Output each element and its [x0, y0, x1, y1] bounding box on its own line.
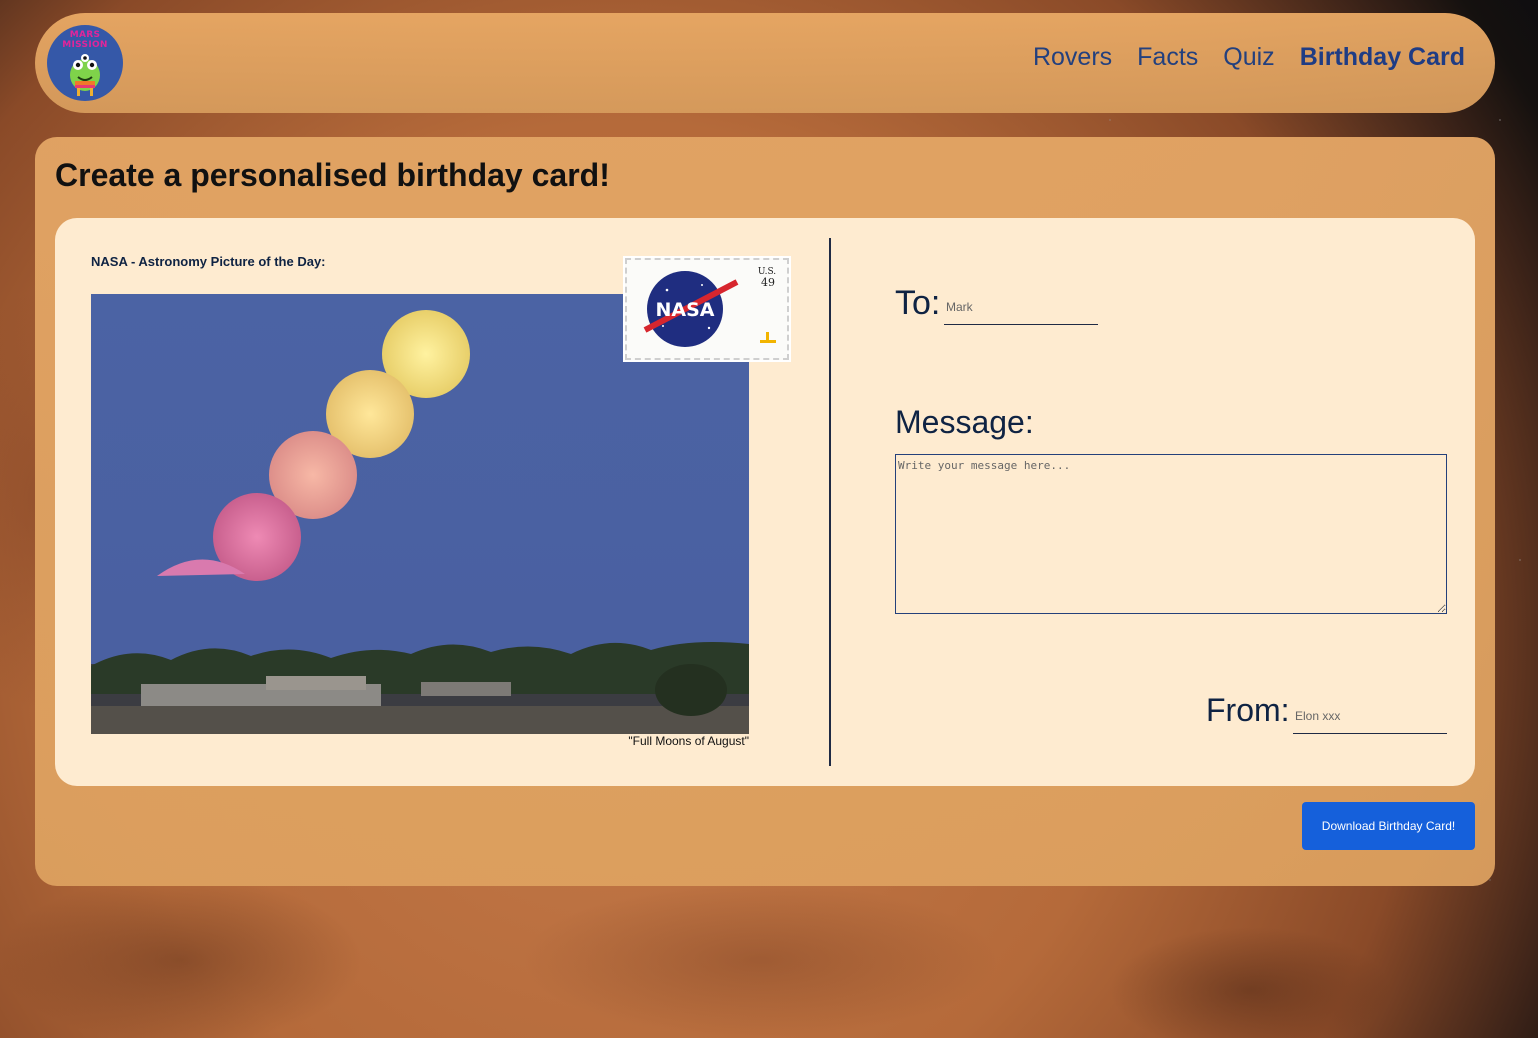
main-nav: Rovers Facts Quiz Birthday Card	[1033, 43, 1465, 72]
nav-quiz[interactable]: Quiz	[1223, 43, 1274, 72]
page-title: Create a personalised birthday card!	[55, 157, 610, 193]
birthday-card-panel: Create a personalised birthday card! NAS…	[35, 137, 1495, 886]
svg-text:NASA: NASA	[656, 299, 715, 321]
apod-label: NASA - Astronomy Picture of the Day:	[91, 254, 326, 269]
nav-facts[interactable]: Facts	[1137, 43, 1198, 72]
from-input[interactable]	[1293, 698, 1447, 734]
message-label: Message:	[895, 404, 1034, 440]
download-birthday-card-button[interactable]: Download Birthday Card!	[1302, 802, 1475, 850]
navbar: MARS MISSION Rovers Facts Quiz Birthday …	[35, 13, 1495, 113]
nav-rovers[interactable]: Rovers	[1033, 43, 1112, 72]
nasa-logo-icon: NASA U.S. 49	[643, 267, 776, 347]
birthday-card: NASA - Astronomy Picture of the Day: "Fu…	[55, 218, 1475, 786]
site-logo[interactable]: MARS MISSION	[47, 25, 123, 101]
card-divider	[829, 238, 831, 766]
to-input[interactable]	[944, 290, 1098, 325]
nasa-stamp: NASA U.S. 49	[625, 258, 789, 360]
to-label: To:	[895, 284, 941, 322]
apod-caption: "Full Moons of August"	[628, 734, 749, 748]
alien-mascot-icon	[70, 54, 100, 96]
message-textarea[interactable]	[895, 454, 1447, 614]
from-label: From:	[1206, 692, 1290, 728]
svg-text:49: 49	[761, 276, 775, 289]
nav-birthday-card[interactable]: Birthday Card	[1300, 43, 1465, 72]
